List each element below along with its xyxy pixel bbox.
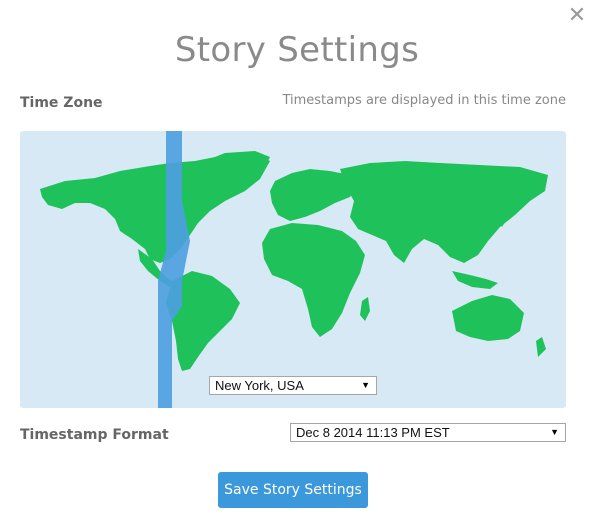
time-zone-label: Time Zone [20, 95, 103, 111]
continent-australia [452, 295, 524, 341]
world-map[interactable] [20, 131, 566, 408]
dropdown-arrow-icon: ▼ [361, 380, 370, 390]
island-madagascar [360, 297, 370, 321]
time-zone-map[interactable]: New York, USA ▼ [20, 131, 566, 408]
continent-asia [340, 161, 548, 263]
time-zone-hint: Timestamps are displayed in this time zo… [282, 93, 566, 108]
save-story-settings-button[interactable]: Save Story Settings [218, 472, 368, 508]
timestamp-format-label: Timestamp Format [20, 427, 169, 443]
continent-africa [262, 223, 365, 337]
time-zone-select[interactable]: New York, USA ▼ [209, 376, 377, 395]
timestamp-format-select-value: Dec 8 2014 11:13 PM EST [296, 425, 450, 440]
island-new-zealand [536, 337, 546, 357]
dropdown-arrow-icon: ▼ [550, 427, 559, 437]
islands-southeast-asia [452, 271, 498, 289]
dialog-title: Story Settings [174, 30, 420, 70]
close-icon[interactable]: ✕ [565, 5, 589, 29]
time-zone-select-value: New York, USA [215, 378, 304, 393]
timestamp-format-select[interactable]: Dec 8 2014 11:13 PM EST ▼ [290, 423, 566, 442]
